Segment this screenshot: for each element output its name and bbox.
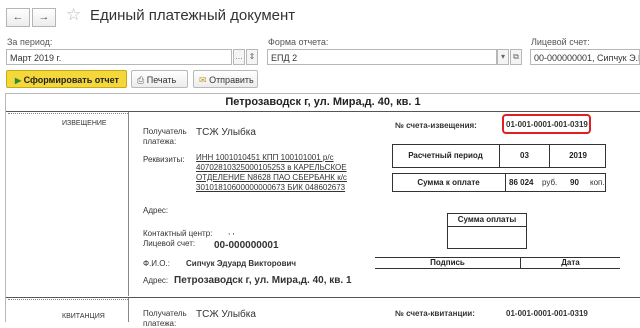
period-field[interactable]: Март 2019 г. [6, 49, 232, 65]
paid-amount-divider [447, 226, 527, 227]
receipt-invoice-label: № счета-квитанции: [395, 309, 475, 318]
back-button[interactable]: ← [6, 8, 30, 27]
period-label-cell: Расчетный период [408, 151, 483, 160]
send-button[interactable]: ✉ Отправить [193, 70, 258, 88]
form-field[interactable]: ЕПД 2 [267, 49, 497, 65]
period-select-button[interactable]: … [233, 49, 245, 65]
receipt-recipient-label-2: платежа: [143, 319, 177, 328]
recipient-label-2: платежа: [143, 137, 177, 146]
date-label: Дата [561, 258, 580, 267]
payer-address-value: Петрозаводск г, ул. Мира,д. 40, кв. 1 [174, 275, 352, 286]
favorite-star-icon[interactable]: ☆ [66, 5, 81, 25]
generate-report-button[interactable]: ▶ Сформировать отчет [6, 70, 127, 88]
amount-rub: 86 024 [509, 178, 534, 187]
requisites-line-4[interactable]: 30101810600000000673 БИК 048602673 [196, 183, 345, 193]
document-top-border [5, 93, 640, 94]
stub-divider [128, 112, 129, 296]
print-button[interactable]: ⎙ Печать [131, 70, 188, 88]
contact-center-label: Контактный центр: [143, 229, 213, 238]
form-open-icon[interactable]: ⧉ [510, 49, 522, 65]
generate-report-label: Сформировать отчет [23, 75, 119, 85]
account-number-value: 00-000000001 [214, 240, 279, 251]
recipient-name: ТСЖ Улыбка [196, 127, 256, 138]
account-field[interactable]: 00-000000001, Сипчук Э.В. [530, 49, 640, 65]
period-stepper[interactable]: ⇕ [246, 49, 258, 65]
receipt-recipient-label: Получатель [143, 309, 187, 318]
print-label: Печать [146, 75, 177, 85]
account-label: Лицевой счет: [531, 37, 590, 47]
period-month-cell: 03 [520, 151, 529, 160]
period-label: За период: [7, 37, 53, 47]
printer-icon: ⎙ [137, 75, 145, 85]
form-dropdown-icon[interactable]: ▾ [497, 49, 509, 65]
fio-label: Ф.И.О.: [143, 259, 170, 268]
receipt-section-label: КВИТАНЦИЯ [62, 313, 105, 320]
notice-cut-line [8, 113, 128, 114]
rub-label: руб. [542, 178, 558, 187]
signature-bottom-line [375, 268, 620, 269]
amount-label-cell: Сумма к оплате [417, 178, 480, 187]
recipient-label: Получатель [143, 127, 187, 136]
amount-kop: 90 [570, 178, 579, 187]
account-number-label: Лицевой счет: [143, 239, 196, 248]
title-divider [6, 111, 640, 112]
period-year-cell: 2019 [569, 151, 587, 160]
kop-label: коп. [590, 178, 605, 187]
signature-label: Подпись [430, 258, 465, 267]
invoice-number-highlight [502, 114, 591, 134]
forward-button[interactable]: → [32, 8, 56, 27]
document-left-border [5, 93, 6, 322]
receipt-stub-divider [128, 298, 129, 322]
requisites-line-1[interactable]: ИНН 1001010451 КПП 100101001 р/с [196, 153, 334, 163]
section-divider [6, 297, 640, 298]
window-title: Единый платежный документ [90, 7, 296, 24]
document-address-title: Петрозаводск г, ул. Мира,д. 40, кв. 1 [225, 96, 421, 108]
recipient-address-label: Адрес: [143, 206, 169, 215]
envelope-icon: ✉ [199, 75, 207, 85]
receipt-cut-line [8, 299, 128, 300]
contact-center-value: , , [228, 227, 235, 236]
receipt-recipient-name: ТСЖ Улыбка [196, 309, 256, 320]
play-icon: ▶ [15, 76, 22, 85]
notice-section-label: ИЗВЕЩЕНИЕ [62, 120, 107, 127]
requisites-label: Реквизиты: [143, 155, 185, 164]
payer-address-label: Адрес: [143, 276, 169, 285]
receipt-invoice-number: 01-001-0001-001-0319 [506, 309, 588, 318]
form-label: Форма отчета: [268, 37, 329, 47]
send-label: Отправить [209, 75, 254, 85]
amount-divider [505, 173, 506, 192]
requisites-line-3[interactable]: ОТДЕЛЕНИЕ N8628 ПАО СБЕРБАНК к/с [196, 173, 347, 183]
invoice-number-label: № счета-извещения: [395, 121, 477, 130]
requisites-line-2[interactable]: 40702810325000105253 в КАРЕЛЬСКОЕ [196, 163, 347, 173]
fio-value: Сипчук Эдуард Викторович [186, 259, 297, 268]
paid-amount-label: Сумма оплаты [457, 215, 517, 224]
